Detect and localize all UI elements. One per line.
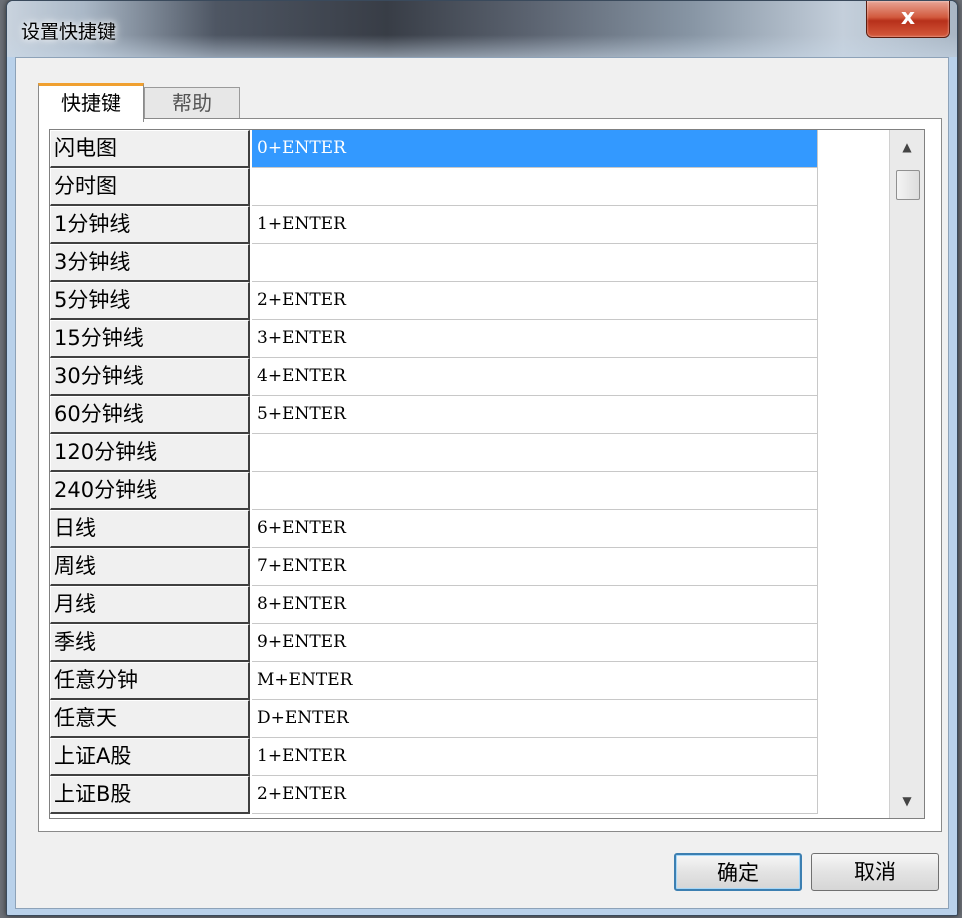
table-row[interactable]: 5分钟线 2+ENTER	[50, 282, 820, 320]
dialog-body: 快捷键 帮助 闪电图 0+ENTER 分时图 1分钟线 1+ENTER 3分钟线 5分钟线 2…	[15, 57, 949, 909]
tab-shortcuts[interactable]: 快捷键	[38, 83, 144, 122]
row-header: 月线	[50, 586, 250, 624]
row-header: 任意天	[50, 700, 250, 738]
row-header: 季线	[50, 624, 250, 662]
table-row[interactable]: 120分钟线	[50, 434, 820, 472]
table-row[interactable]: 15分钟线 3+ENTER	[50, 320, 820, 358]
table-row[interactable]: 上证A股 1+ENTER	[50, 738, 820, 776]
row-header: 分时图	[50, 168, 250, 206]
table-row[interactable]: 1分钟线 1+ENTER	[50, 206, 820, 244]
table-row[interactable]: 闪电图 0+ENTER	[50, 130, 820, 168]
row-header: 闪电图	[50, 130, 250, 168]
shortcut-cell[interactable]: 1+ENTER	[252, 206, 818, 244]
table-row[interactable]: 30分钟线 4+ENTER	[50, 358, 820, 396]
shortcut-cell[interactable]: M+ENTER	[252, 662, 818, 700]
table-row[interactable]: 任意分钟 M+ENTER	[50, 662, 820, 700]
shortcut-grid[interactable]: 闪电图 0+ENTER 分时图 1分钟线 1+ENTER 3分钟线 5分钟线 2+ENTER 1…	[49, 129, 925, 819]
shortcut-dialog: 设置快捷键 x 快捷键 帮助 闪电图 0+ENTER 分时图 1分钟线 1+ENTER 3…	[6, 0, 958, 916]
row-header: 15分钟线	[50, 320, 250, 358]
tab-help[interactable]: 帮助	[144, 87, 240, 118]
table-row[interactable]: 上证B股 2+ENTER	[50, 776, 820, 814]
row-header: 60分钟线	[50, 396, 250, 434]
row-header: 上证B股	[50, 776, 250, 814]
window-title: 设置快捷键	[21, 21, 117, 43]
row-header: 上证A股	[50, 738, 250, 776]
row-header: 240分钟线	[50, 472, 250, 510]
close-button[interactable]: x	[866, 1, 950, 38]
shortcut-cell[interactable]	[252, 244, 818, 282]
table-row[interactable]: 日线 6+ENTER	[50, 510, 820, 548]
shortcut-cell[interactable]: 8+ENTER	[252, 586, 818, 624]
shortcut-cell[interactable]	[252, 168, 818, 206]
vertical-scrollbar[interactable]: ▲ ▼	[889, 130, 924, 818]
shortcut-cell[interactable]: 2+ENTER	[252, 776, 818, 814]
table-row[interactable]: 240分钟线	[50, 472, 820, 510]
row-header: 3分钟线	[50, 244, 250, 282]
shortcut-cell[interactable]: 2+ENTER	[252, 282, 818, 320]
shortcut-cell[interactable]: 7+ENTER	[252, 548, 818, 586]
shortcut-cell[interactable]: 9+ENTER	[252, 624, 818, 662]
shortcut-cell[interactable]: 3+ENTER	[252, 320, 818, 358]
title-bar[interactable]: 设置快捷键	[7, 1, 957, 57]
row-header: 120分钟线	[50, 434, 250, 472]
close-icon: x	[900, 5, 916, 30]
row-header: 5分钟线	[50, 282, 250, 320]
row-header: 1分钟线	[50, 206, 250, 244]
scroll-up-arrow-icon[interactable]: ▲	[890, 130, 924, 164]
shortcut-cell[interactable]: D+ENTER	[252, 700, 818, 738]
table-row[interactable]: 60分钟线 5+ENTER	[50, 396, 820, 434]
shortcut-cell[interactable]	[252, 472, 818, 510]
table-row[interactable]: 月线 8+ENTER	[50, 586, 820, 624]
scrollbar-thumb[interactable]	[896, 170, 920, 200]
table-row[interactable]: 季线 9+ENTER	[50, 624, 820, 662]
table-row[interactable]: 任意天 D+ENTER	[50, 700, 820, 738]
tab-panel: 闪电图 0+ENTER 分时图 1分钟线 1+ENTER 3分钟线 5分钟线 2+ENTER 1…	[38, 118, 942, 832]
table-row[interactable]: 3分钟线	[50, 244, 820, 282]
row-header: 30分钟线	[50, 358, 250, 396]
row-header: 周线	[50, 548, 250, 586]
scroll-down-arrow-icon[interactable]: ▼	[890, 784, 924, 818]
cancel-button[interactable]: 取消	[811, 853, 939, 891]
shortcut-cell[interactable]: 4+ENTER	[252, 358, 818, 396]
ok-button[interactable]: 确定	[674, 853, 802, 891]
shortcut-cell[interactable]	[252, 434, 818, 472]
table-row[interactable]: 分时图	[50, 168, 820, 206]
shortcut-cell[interactable]: 0+ENTER	[252, 130, 818, 168]
table-row[interactable]: 周线 7+ENTER	[50, 548, 820, 586]
shortcut-cell[interactable]: 1+ENTER	[252, 738, 818, 776]
row-header: 任意分钟	[50, 662, 250, 700]
shortcut-cell[interactable]: 6+ENTER	[252, 510, 818, 548]
shortcut-cell[interactable]: 5+ENTER	[252, 396, 818, 434]
row-header: 日线	[50, 510, 250, 548]
